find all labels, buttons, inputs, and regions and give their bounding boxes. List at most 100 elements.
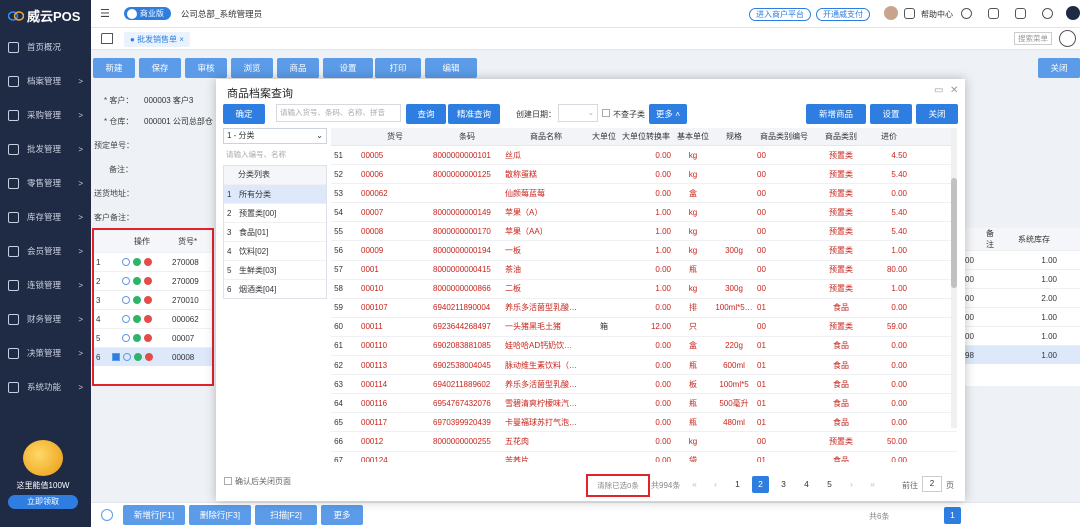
last-page-icon[interactable]: » <box>864 476 881 493</box>
category-item[interactable]: 5 生鲜类[03] <box>224 260 326 279</box>
refresh-icon[interactable] <box>101 509 113 521</box>
tab-wholesale-order[interactable]: ● 批发销售单 × <box>124 32 190 47</box>
product-row[interactable]: 58 00010 8000000000866 二板 1.00 kg 300g 00 预置类 1.0… <box>331 280 957 299</box>
power-icon[interactable] <box>1042 8 1053 19</box>
next-page-icon[interactable]: › <box>843 476 860 493</box>
bell-icon[interactable] <box>988 8 999 19</box>
more-icon[interactable] <box>1059 30 1076 47</box>
sidebar-item[interactable]: 决策管理 > <box>0 336 91 370</box>
more-button[interactable]: 更多 <box>321 505 363 525</box>
add-product-button[interactable]: 新增商品 <box>806 104 866 124</box>
search-menu-input[interactable]: 搜索菜单 <box>1014 32 1052 45</box>
minimize-icon[interactable]: ▭ <box>934 85 943 96</box>
sidebar-item[interactable]: 零售管理 > <box>0 166 91 200</box>
table-row[interactable]: 6 00008 <box>94 347 212 366</box>
table-row[interactable]: 2 270009 <box>94 271 212 290</box>
item-code[interactable]: 000062 <box>164 315 199 324</box>
category-level-select[interactable]: 1 - 分类 ⌄ <box>223 128 327 144</box>
search-icon[interactable] <box>122 277 130 285</box>
delete-row-button[interactable]: 删除行[F3] <box>189 505 251 525</box>
merchant-platform-link[interactable]: 进入商户平台 <box>749 8 811 21</box>
audit-button[interactable]: 审核 <box>185 58 227 78</box>
collapse-menu-icon[interactable]: ☰ <box>100 7 110 20</box>
edition-badge[interactable]: 商业版 <box>123 7 171 20</box>
category-item[interactable]: 6 烟酒类[04] <box>224 279 326 298</box>
item-code[interactable]: 00008 <box>164 353 194 362</box>
remove-icon[interactable] <box>145 353 153 361</box>
product-row[interactable]: 67 000124 苦荞片 0.00 袋 01 食品 0.00 <box>331 452 957 462</box>
product-row[interactable]: 65 000117 6970399920439 卡曼福球苏打气泡… 0.00 瓶 480ml… <box>331 413 957 433</box>
sidebar-item[interactable]: 采购管理 > <box>0 98 91 132</box>
save-button[interactable]: 保存 <box>139 58 181 78</box>
page-button-5[interactable]: 5 <box>821 476 838 493</box>
dialog-close-button[interactable]: 关闭 <box>916 104 958 124</box>
edit-button[interactable]: 编辑 <box>425 58 477 78</box>
goto-page-input[interactable]: 2 <box>922 476 942 492</box>
search-icon[interactable] <box>122 315 130 323</box>
search-icon[interactable] <box>122 258 130 266</box>
precise-query-button[interactable]: 精准查询 <box>448 104 500 124</box>
search-input[interactable]: 请输入货号、条码、名称、拼音 <box>276 104 401 122</box>
first-page-icon[interactable]: « <box>686 476 703 493</box>
table-row[interactable]: 1 270008 <box>94 252 212 271</box>
remove-icon[interactable] <box>144 258 152 266</box>
sidebar-item[interactable]: 库存管理 > <box>0 200 91 234</box>
page-button-2[interactable]: 2 <box>752 476 769 493</box>
lock-icon[interactable] <box>1015 8 1026 19</box>
date-select[interactable]: ⌄ <box>558 104 598 122</box>
product-row[interactable]: 55 00008 8000000000170 苹果（AA） 1.00 kg 00 预置类 5.4… <box>331 222 957 242</box>
confirm-button[interactable]: 确定 <box>223 104 265 124</box>
product-button[interactable]: 商品 <box>277 58 319 78</box>
customer-value[interactable]: 000003 客户3 <box>144 95 193 106</box>
remove-icon[interactable] <box>144 296 152 304</box>
category-search-input[interactable]: 请输入编号、名称 <box>223 146 327 163</box>
product-row[interactable]: 63 000114 6940211889602 养乐多活菌型乳酸… 0.00 板 100ml… <box>331 375 957 395</box>
search-icon[interactable] <box>122 296 130 304</box>
search-icon[interactable] <box>123 353 131 361</box>
settings-button[interactable]: 设置 <box>323 58 373 78</box>
more-filter-button[interactable]: 更多 ˄ <box>649 104 687 124</box>
warehouse-value[interactable]: 000001 公司总部仓 <box>144 116 213 127</box>
add-icon[interactable] <box>133 277 141 285</box>
item-code[interactable]: 270010 <box>164 296 199 305</box>
scan-button[interactable]: 扫描[F2] <box>255 505 317 525</box>
sidebar-item[interactable]: 会员管理 > <box>0 234 91 268</box>
add-icon[interactable] <box>133 296 141 304</box>
page-button-1[interactable]: 1 <box>729 476 746 493</box>
clear-selected-button[interactable]: 清除已选0条 <box>586 474 650 497</box>
product-row[interactable]: 59 000107 6940211890004 养乐多活菌型乳酸… 0.00 排 100ml… <box>331 299 957 318</box>
item-code[interactable]: 270008 <box>164 258 199 267</box>
product-row[interactable]: 51 00005 8000000000101 丝瓜 0.00 kg 00 预置类 4.50 <box>331 146 957 166</box>
remove-icon[interactable] <box>144 315 152 323</box>
table-row[interactable]: 5 00007 <box>94 328 212 347</box>
help-center-link[interactable]: 帮助中心 <box>921 9 953 20</box>
table-row[interactable]: 4 000062 <box>94 309 212 328</box>
product-row[interactable]: 62 000113 6902538004045 脉动维生素饮料（… 0.00 瓶 600ml… <box>331 356 957 376</box>
page-button-3[interactable]: 3 <box>775 476 792 493</box>
promo-claim-button[interactable]: 立即领取 <box>8 495 78 509</box>
help-icon[interactable] <box>904 8 915 19</box>
sidebar-item[interactable]: 批发管理 > <box>0 132 91 166</box>
add-icon[interactable] <box>133 258 141 266</box>
item-code[interactable]: 270009 <box>164 277 199 286</box>
table-scrollbar[interactable] <box>951 128 957 428</box>
home-icon[interactable] <box>101 33 113 44</box>
table-row[interactable]: 3 270010 <box>94 290 212 309</box>
page-button-4[interactable]: 4 <box>798 476 815 493</box>
product-row[interactable]: 56 00009 8000000000194 一板 1.00 kg 300g 00 预置类 1.0… <box>331 241 957 261</box>
sidebar-item[interactable]: 系统功能 > <box>0 370 91 404</box>
close-page-button[interactable]: 关闭 <box>1038 58 1080 78</box>
category-item[interactable]: 4 饮料[02] <box>224 241 326 260</box>
add-icon[interactable] <box>133 315 141 323</box>
search-icon[interactable] <box>122 334 130 342</box>
row-checkbox[interactable] <box>112 353 120 361</box>
add-icon[interactable] <box>134 353 142 361</box>
product-row[interactable]: 61 000110 6902083881085 娃哈哈AD钙奶饮… 0.00 盒 220g 0… <box>331 337 957 357</box>
product-row[interactable]: 57 0001 8000000000415 茶油 0.00 瓶 00 预置类 80.00 <box>331 261 957 280</box>
item-code[interactable]: 00007 <box>164 334 194 343</box>
print-button[interactable]: 打印 <box>375 58 421 78</box>
close-icon[interactable]: ✕ <box>950 85 958 96</box>
app-logo-icon[interactable] <box>1066 6 1080 20</box>
open-pay-link[interactable]: 开通威支付 <box>816 8 870 21</box>
prev-page-icon[interactable]: ‹ <box>707 476 724 493</box>
